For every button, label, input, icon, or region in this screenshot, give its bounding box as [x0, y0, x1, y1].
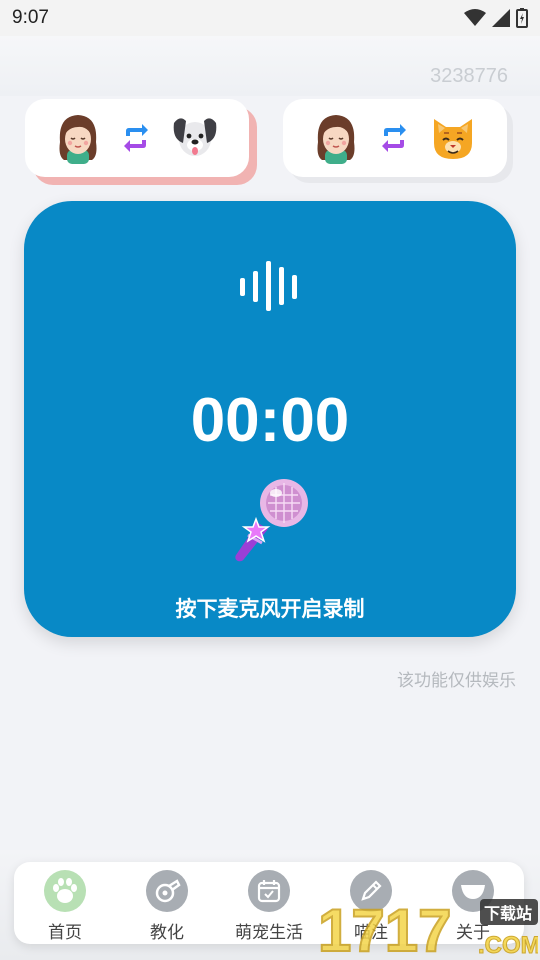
tab-label-home: 首页 — [48, 923, 82, 943]
watermark-logo: 1717 下载站 .COM — [317, 896, 538, 957]
tab-label-pet-life: 萌宠生活 — [235, 923, 303, 943]
record-hint: 按下麦克风开启录制 — [175, 597, 365, 621]
tab-pet-life[interactable]: 萌宠生活 — [218, 862, 320, 944]
usage-counter: 3238776 — [430, 65, 508, 87]
record-timer: 00:00 — [190, 386, 350, 455]
signal-icon — [492, 9, 510, 27]
status-bar: 9:07 — [0, 0, 540, 36]
record-panel[interactable]: 00:00 按下麦克风开启录制 — [24, 201, 516, 637]
mode-card-girl-to-cat[interactable] — [283, 99, 507, 177]
girl-avatar-icon — [59, 115, 97, 164]
tab-label-training: 教化 — [150, 923, 184, 943]
cat-face-icon — [434, 119, 472, 159]
microphone-icon[interactable] — [230, 475, 310, 563]
paw-icon — [44, 870, 86, 912]
swap-arrows-icon — [382, 124, 406, 152]
calendar-icon — [248, 870, 290, 912]
status-time: 9:07 — [12, 7, 49, 28]
whistle-icon — [146, 870, 188, 912]
status-icons — [464, 8, 528, 28]
sound-wave-icon — [240, 261, 297, 311]
tab-home[interactable]: 首页 — [14, 862, 116, 944]
swap-arrows-icon — [124, 124, 148, 152]
watermark-domain: .COM — [478, 932, 538, 957]
watermark-number: 1717 — [318, 897, 451, 957]
dog-face-icon — [173, 118, 217, 156]
tab-training[interactable]: 教化 — [116, 862, 218, 944]
battery-icon — [516, 8, 528, 28]
wifi-icon — [464, 9, 486, 26]
girl-avatar-icon — [317, 115, 355, 164]
mode-card-girl-to-dog[interactable] — [25, 99, 249, 177]
disclaimer-text: 该功能仅供娱乐 — [397, 671, 516, 691]
watermark-sub: 下载站 — [484, 904, 532, 923]
